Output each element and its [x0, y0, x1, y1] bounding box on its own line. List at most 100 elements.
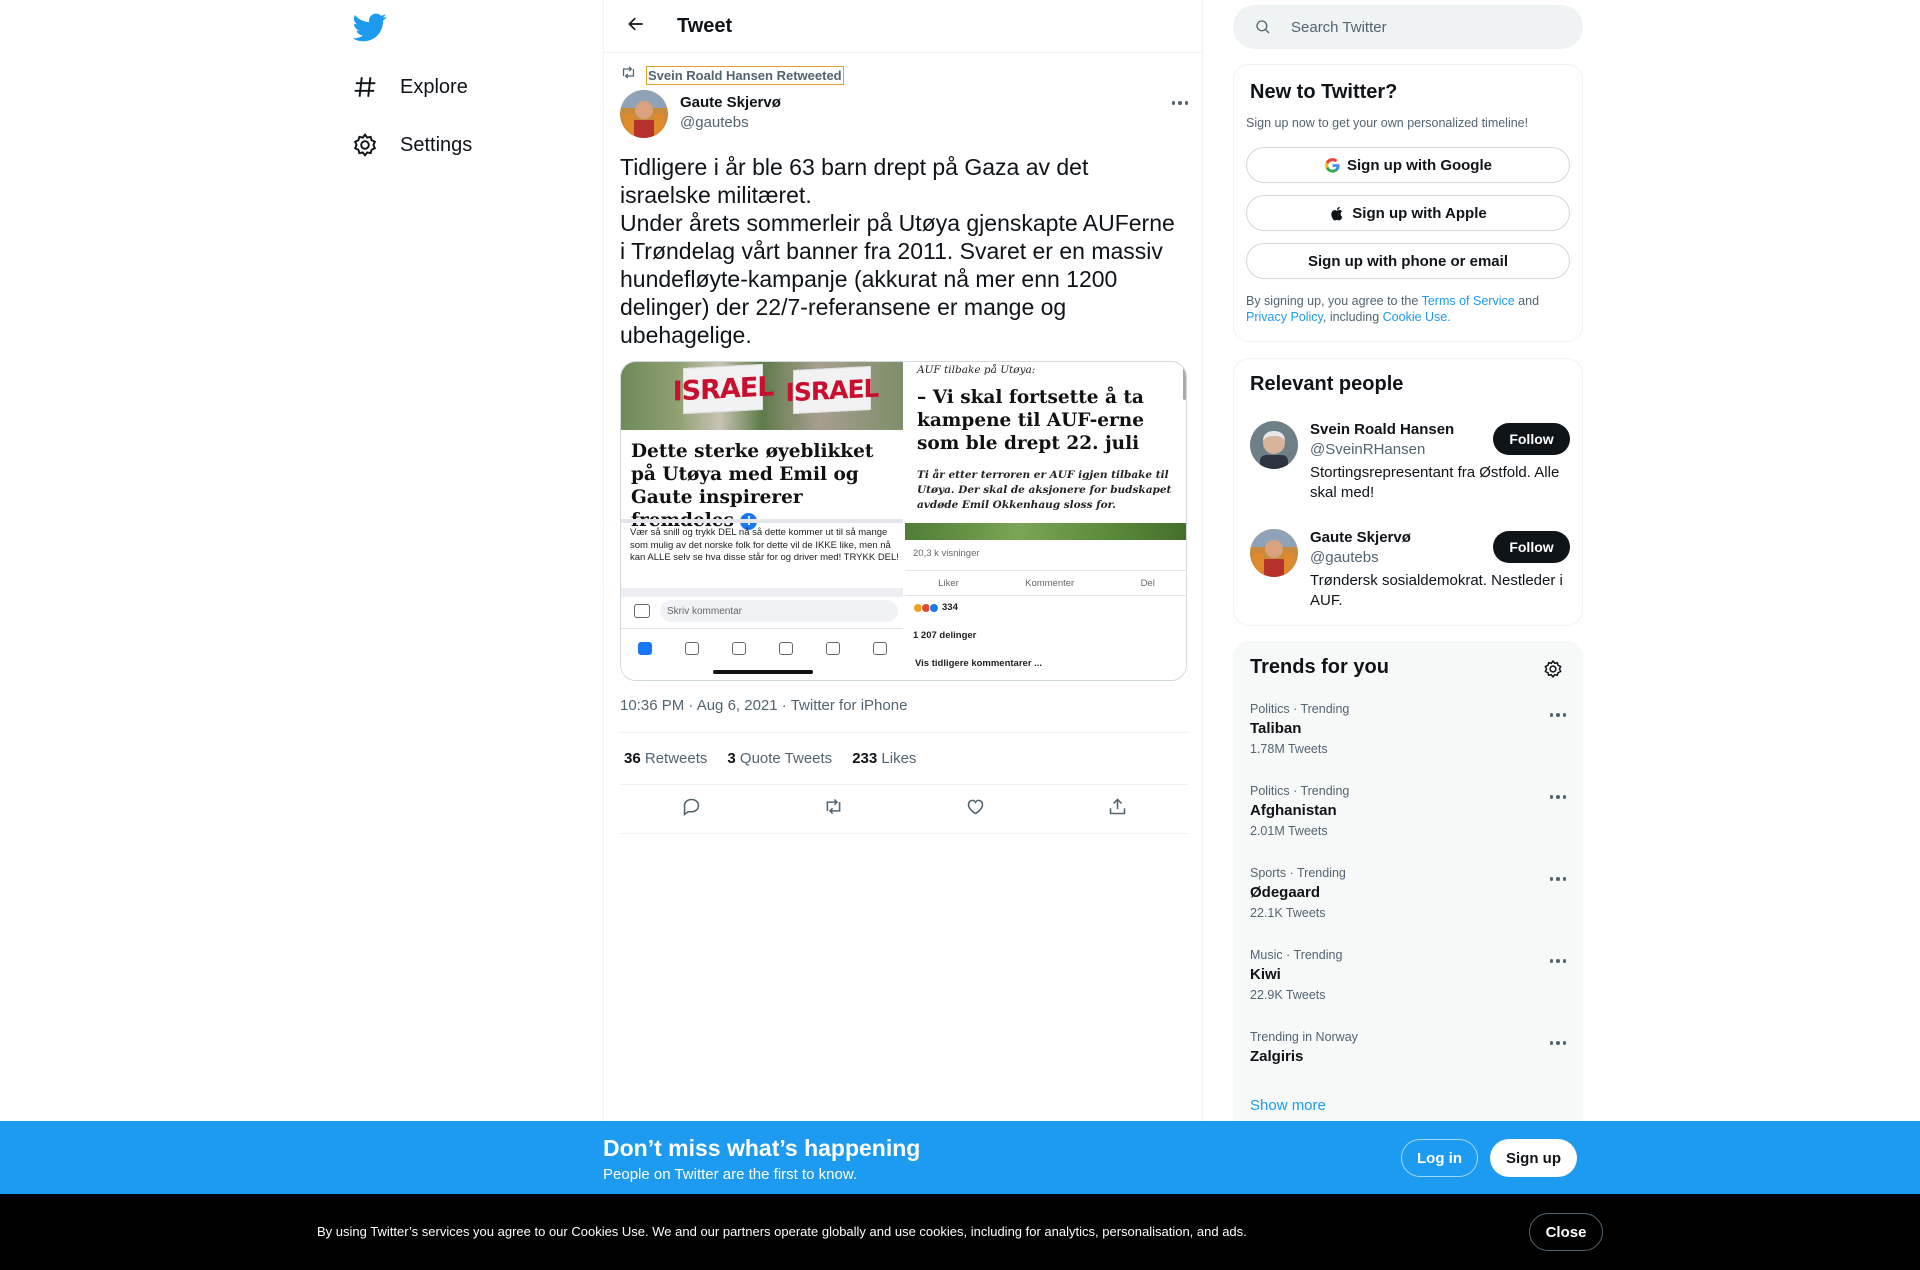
menu-icon — [872, 642, 887, 655]
trends-card: Trends for you Politics · Trending Talib… — [1233, 641, 1583, 1141]
banner-headline: Don’t miss what’s happening — [603, 1135, 921, 1161]
retweeted-by-link[interactable]: Svein Roald Hansen Retweeted — [646, 65, 844, 85]
media-image-left[interactable]: ISRAEL ISRAEL Dette sterke øyeblikket på… — [621, 362, 903, 680]
trend-name: Zalgiris — [1250, 1048, 1304, 1065]
trend-count: 22.9K Tweets — [1250, 988, 1326, 1002]
store-icon — [684, 642, 699, 655]
trend-context: Sports · Trending — [1250, 866, 1346, 880]
gear-icon — [350, 130, 380, 160]
quotes-count: 3 — [727, 750, 736, 767]
nav-settings[interactable]: Settings — [350, 120, 472, 170]
like-button[interactable] — [958, 792, 992, 826]
retweets-label: Retweets — [644, 750, 708, 767]
tweet-author[interactable]: Gaute Skjervø @gautebs — [620, 90, 781, 138]
tweet-stats: 36 Retweets 3 Quote Tweets 233 Likes — [620, 732, 1188, 785]
divider — [621, 519, 903, 523]
views-count: 20,3 k visninger — [913, 548, 980, 559]
trend-count: 1.78M Tweets — [1250, 742, 1328, 756]
privacy-link[interactable]: Privacy Policy — [1246, 310, 1323, 324]
follow-button[interactable]: Follow — [1493, 423, 1570, 455]
share-button[interactable] — [1100, 792, 1134, 826]
trend-item[interactable]: Politics · Trending Taliban 1.78M Tweets — [1250, 702, 1570, 774]
trend-item[interactable]: Trending in Norway Zalgiris — [1250, 1030, 1570, 1102]
search-icon — [1253, 17, 1273, 37]
retweet-icon — [823, 796, 844, 822]
back-button[interactable] — [619, 9, 653, 43]
close-button[interactable]: Close — [1529, 1213, 1603, 1251]
trend-count: 22.1K Tweets — [1250, 906, 1326, 920]
person-name[interactable]: Svein Roald Hansen — [1310, 421, 1454, 438]
trend-count: 2.01M Tweets — [1250, 824, 1328, 838]
author-name: Gaute Skjervø — [680, 94, 781, 111]
reply-button[interactable] — [674, 792, 708, 826]
trend-more-button[interactable] — [1546, 870, 1570, 888]
nav-explore[interactable]: Explore — [350, 62, 468, 112]
trend-name: Ødegaard — [1250, 884, 1321, 901]
person-name[interactable]: Gaute Skjervø — [1310, 529, 1411, 546]
cookie-link[interactable]: Cookie Use. — [1383, 310, 1451, 324]
legal-text-part: , including — [1322, 310, 1383, 324]
share-icon — [1107, 796, 1128, 822]
banner-text: ISRAEL — [673, 363, 773, 415]
trend-context: Trending in Norway — [1250, 1030, 1358, 1044]
person-bio: Stortingsrepresentant fra Østfold. Alle … — [1310, 464, 1560, 501]
show-more-link[interactable]: Show more — [1250, 1097, 1326, 1114]
cookie-text: By using Twitter’s services you agree to… — [317, 1224, 1247, 1239]
search-bar[interactable] — [1233, 5, 1583, 49]
retweet-button[interactable] — [816, 792, 850, 826]
trend-more-button[interactable] — [1546, 1034, 1570, 1052]
trend-more-button[interactable] — [1546, 788, 1570, 806]
likes-stat[interactable]: 233 Likes — [852, 750, 916, 767]
author-handle: @gautebs — [680, 114, 749, 131]
article-headline: – Vi skal fortsette å ta kampene til AUF… — [917, 387, 1144, 454]
trend-name: Taliban — [1250, 720, 1302, 737]
trends-settings-button[interactable] — [1538, 656, 1568, 686]
groups-icon — [731, 642, 746, 655]
sign-up-phone-button[interactable]: Sign up with phone or email — [1246, 243, 1570, 279]
camera-icon — [634, 604, 650, 618]
avatar[interactable] — [620, 90, 668, 138]
media-image-right[interactable]: AUF tilbake på Utøya: – Vi skal fortsett… — [905, 362, 1186, 680]
tweet-action-bar — [620, 785, 1188, 834]
terms-link[interactable]: Terms of Service — [1422, 294, 1515, 308]
tweet-media[interactable]: ISRAEL ISRAEL Dette sterke øyeblikket på… — [620, 361, 1187, 681]
trend-more-button[interactable] — [1546, 952, 1570, 970]
trend-more-button[interactable] — [1546, 706, 1570, 724]
quote-tweets-stat[interactable]: 3 Quote Tweets — [727, 750, 832, 767]
avatar[interactable] — [1250, 421, 1298, 469]
home-icon — [637, 642, 652, 655]
hashtag-icon — [350, 72, 380, 102]
tweet-source[interactable]: Twitter for iPhone — [791, 697, 908, 714]
trend-item[interactable]: Politics · Trending Afghanistan 2.01M Tw… — [1250, 784, 1570, 856]
article-kicker: AUF tilbake på Utøya: — [917, 364, 1036, 376]
relevant-people-card: Relevant people Svein Roald Hansen @Svei… — [1233, 358, 1583, 626]
comment-box: Skriv kommentar — [660, 600, 898, 622]
follow-button[interactable]: Follow — [1493, 531, 1570, 563]
tweet-timestamp[interactable]: 10:36 PM · Aug 6, 2021 — [620, 697, 778, 714]
avatar[interactable] — [1250, 529, 1298, 577]
more-options-button[interactable] — [1164, 92, 1196, 114]
sign-up-apple-button[interactable]: Sign up with Apple — [1246, 195, 1570, 231]
previous-comments: Vis tidligere kommentarer ... — [915, 658, 1043, 669]
sign-up-button[interactable]: Sign up — [1490, 1139, 1577, 1177]
legal-text-part: By signing up, you agree to the — [1246, 294, 1422, 308]
post-text: Vær så snill og trykk DEL nå så dette ko… — [630, 527, 899, 563]
meta-separator: · — [781, 697, 791, 714]
new-to-twitter-card: New to Twitter? Sign up now to get your … — [1233, 64, 1583, 342]
trend-item[interactable]: Music · Trending Kiwi 22.9K Tweets — [1250, 948, 1570, 1020]
twitter-bird-icon[interactable] — [352, 10, 387, 44]
reactions: 334 — [913, 602, 958, 613]
person-handle: @gautebs — [1310, 549, 1379, 566]
search-input[interactable] — [1291, 18, 1551, 36]
retweet-context: Svein Roald Hansen Retweeted — [620, 64, 844, 86]
log-in-button[interactable]: Log in — [1401, 1139, 1478, 1177]
retweets-stat[interactable]: 36 Retweets — [624, 750, 707, 767]
trend-item[interactable]: Sports · Trending Ødegaard 22.1K Tweets — [1250, 866, 1570, 938]
gear-icon — [1543, 659, 1563, 684]
tweet-meta: 10:36 PM · Aug 6, 2021 · Twitter for iPh… — [620, 697, 907, 714]
google-icon — [1324, 157, 1341, 174]
more-dots-icon — [1549, 959, 1567, 963]
sign-up-google-button[interactable]: Sign up with Google — [1246, 147, 1570, 183]
likes-label: Likes — [881, 750, 917, 767]
retweets-count: 36 — [624, 750, 641, 767]
